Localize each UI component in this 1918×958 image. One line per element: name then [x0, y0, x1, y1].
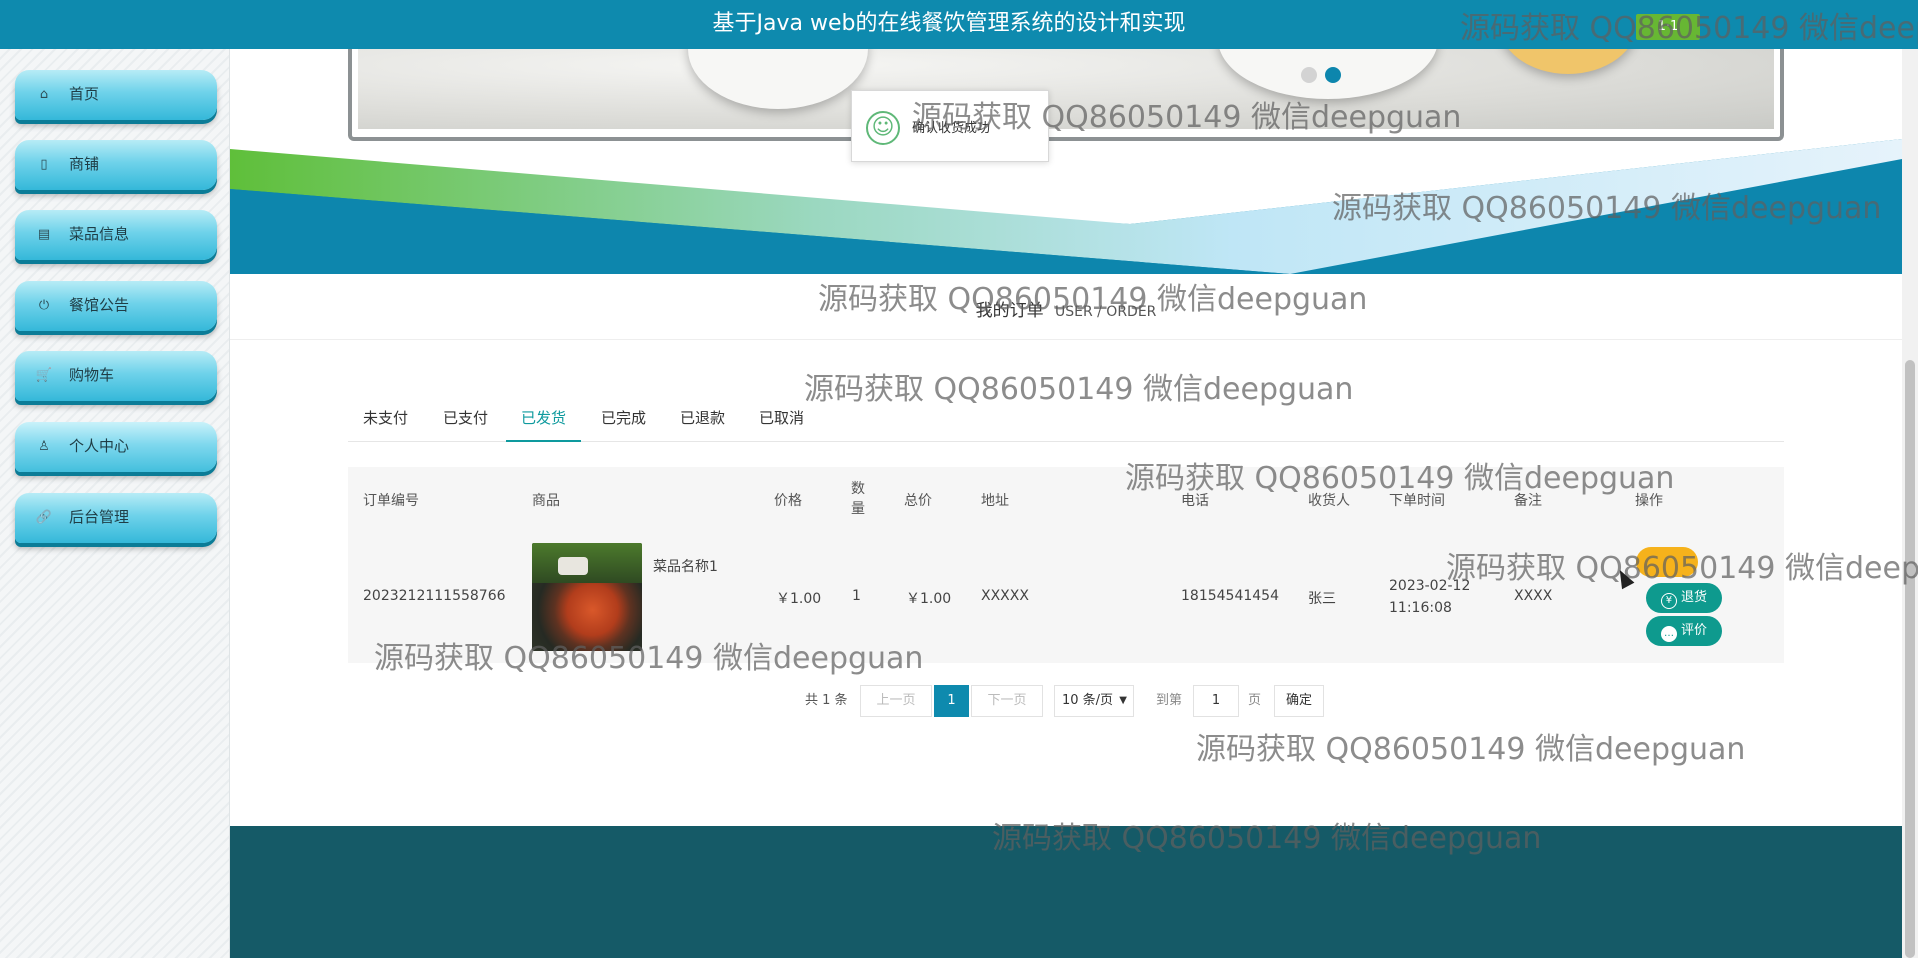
order-table: 订单编号 商品 价格 数 量 总价 地址 电话 收货人 下单时间 备注 操作 2…: [348, 467, 1784, 663]
header-address: 地址: [981, 493, 1009, 509]
cell-order-date: 2023-02-12: [1389, 578, 1471, 594]
goto-confirm-button[interactable]: 确定: [1274, 685, 1324, 717]
cell-goods-name: 菜品名称1: [653, 559, 718, 575]
tab-paid[interactable]: 已支付: [428, 400, 503, 442]
prev-page-button[interactable]: 上一页: [860, 685, 932, 717]
plate-image: [688, 49, 868, 109]
refund-label: 退货: [1680, 590, 1707, 605]
cell-remark: XXXX: [1514, 588, 1553, 604]
chevron-down-icon: ▼: [1119, 695, 1127, 706]
review-label: 评价: [1680, 623, 1707, 638]
sidebar-item-user-center[interactable]: ♙ 个人中心: [15, 422, 217, 472]
user-icon: ♙: [38, 439, 50, 454]
page-1-button[interactable]: 1: [934, 685, 969, 717]
toast-message: ☺ 确认收货成功: [851, 90, 1049, 162]
header-quantity-line1: 数: [851, 481, 865, 497]
cart-icon: 🛒: [35, 368, 53, 383]
sidebar-item-label: 菜品信息: [69, 225, 130, 243]
header-order-no: 订单编号: [363, 493, 419, 509]
watermark: 源码获取 QQ86050149 微信deepguan: [1196, 732, 1746, 767]
refund-button[interactable]: ¥ 退货: [1646, 583, 1722, 613]
power-icon: ⏻: [38, 298, 50, 313]
toast-text: 确认收货成功: [912, 121, 991, 136]
user-button[interactable]: 1·1: [1636, 14, 1700, 40]
cell-order-no: 2023212111558766: [363, 588, 506, 604]
cell-quantity: 1: [852, 588, 861, 604]
sidebar-item-home[interactable]: ⌂ 首页: [15, 70, 217, 120]
carousel-image: [358, 49, 1774, 129]
header-goods: 商品: [532, 493, 560, 509]
cell-receiver: 张三: [1308, 591, 1336, 607]
order-subtitle: USER / ORDER: [1054, 304, 1157, 320]
scrollbar-thumb[interactable]: [1905, 360, 1915, 958]
header-remark: 备注: [1514, 493, 1542, 509]
plate-image: [1498, 49, 1638, 74]
home-icon: ⌂: [39, 87, 49, 102]
review-button[interactable]: … 评价: [1646, 616, 1722, 646]
footer: [230, 826, 1902, 958]
tab-unpaid[interactable]: 未支付: [348, 400, 423, 442]
chat-icon: …: [1660, 626, 1677, 642]
yen-icon: ¥: [1660, 593, 1677, 609]
sidebar-item-notice[interactable]: ⏻ 餐馆公告: [15, 281, 217, 331]
page-size-value: 10 条/页: [1062, 693, 1114, 708]
goto-page-input[interactable]: 1: [1193, 685, 1239, 717]
header-quantity-line2: 量: [851, 501, 865, 517]
shop-icon: ▯: [40, 157, 48, 172]
cell-price: ￥1.00: [776, 591, 822, 607]
header-receiver: 收货人: [1308, 493, 1350, 509]
confirm-receipt-button[interactable]: [1636, 547, 1698, 577]
sidebar-item-label: 后台管理: [69, 508, 130, 526]
header-order-time: 下单时间: [1389, 493, 1445, 509]
sidebar-item-label: 商铺: [69, 155, 100, 173]
sidebar-item-label: 餐馆公告: [69, 296, 130, 314]
sidebar-item-shop[interactable]: ▯ 商铺: [15, 140, 217, 190]
header-action: 操作: [1635, 493, 1663, 509]
next-page-button[interactable]: 下一页: [971, 685, 1043, 717]
order-title: 我的订单: [975, 301, 1044, 321]
cell-order-clock: 11:16:08: [1389, 600, 1452, 616]
clipboard-icon: ▤: [37, 227, 51, 242]
sidebar-item-label: 购物车: [69, 366, 115, 384]
page-size-select[interactable]: 10 条/页 ▼: [1054, 685, 1134, 717]
tab-completed[interactable]: 已完成: [586, 400, 661, 442]
page-title: 我的订单 USER / ORDER: [230, 296, 1902, 321]
pagination-total: 共 1 条: [805, 693, 848, 708]
smile-icon: ☺: [866, 111, 900, 145]
tab-cancelled[interactable]: 已取消: [744, 400, 819, 442]
sidebar-item-label: 个人中心: [69, 437, 130, 455]
goto-label: 到第: [1156, 693, 1183, 708]
header-total: 总价: [904, 493, 932, 509]
sidebar: ⌂ 首页 ▯ 商铺 ▤ 菜品信息 ⏻ 餐馆公告 🛒 购物车 ♙ 个人中心 🔗 后…: [0, 49, 230, 958]
app-title: 基于Java web的在线餐饮管理系统的设计和实现: [712, 11, 1186, 36]
sidebar-item-admin[interactable]: 🔗 后台管理: [15, 493, 217, 543]
sidebar-item-dishes[interactable]: ▤ 菜品信息: [15, 210, 217, 260]
cell-total: ￥1.00: [906, 591, 952, 607]
banner: [230, 49, 1902, 274]
dish-image: [532, 543, 642, 651]
sidebar-item-cart[interactable]: 🛒 购物车: [15, 351, 217, 401]
cell-address: XXXXX: [981, 588, 1029, 604]
link-icon: 🔗: [35, 510, 53, 525]
carousel: [348, 49, 1784, 141]
top-bar: 基于Java web的在线餐饮管理系统的设计和实现 1·1: [0, 0, 1918, 49]
page-unit-label: 页: [1248, 693, 1262, 708]
cell-phone: 18154541454: [1181, 588, 1279, 604]
carousel-dot-active[interactable]: [1325, 67, 1341, 83]
header-price: 价格: [774, 493, 802, 509]
order-section-header: 我的订单 USER / ORDER: [230, 274, 1902, 340]
tab-shipped[interactable]: 已发货: [506, 400, 582, 442]
tab-refunded[interactable]: 已退款: [665, 400, 740, 442]
header-phone: 电话: [1181, 493, 1209, 509]
header-quantity: 数 量: [851, 467, 865, 535]
order-status-tabs: 未支付 已支付 已发货 已完成 已退款 已取消: [348, 400, 1784, 442]
carousel-dot[interactable]: [1301, 67, 1317, 83]
sidebar-item-label: 首页: [69, 85, 100, 103]
